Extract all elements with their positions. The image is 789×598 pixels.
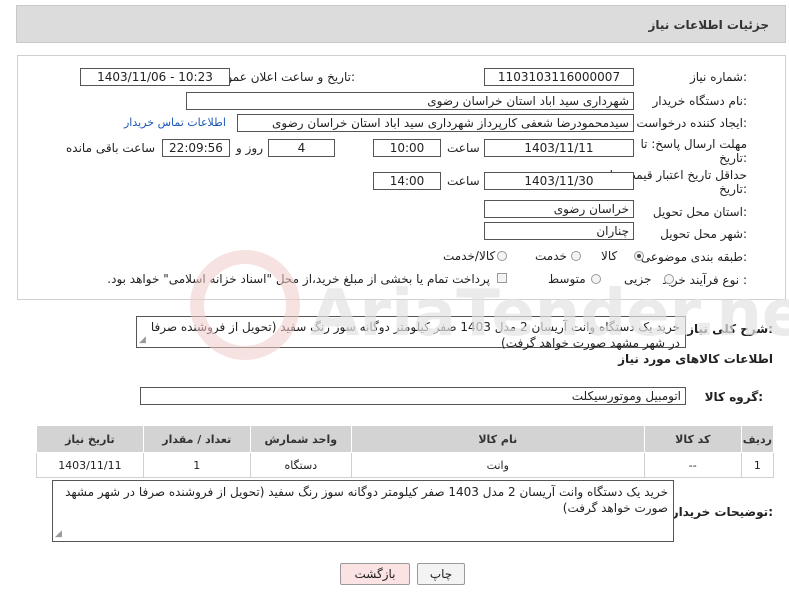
need-number-label: شماره نیاز: bbox=[689, 70, 747, 84]
remaining-time-label: ساعت باقی مانده bbox=[66, 141, 156, 155]
delivery-city-field[interactable]: چناران bbox=[484, 222, 634, 240]
category-option-goods: کالا bbox=[601, 249, 618, 263]
purchase-type-option-medium: متوسط bbox=[548, 272, 586, 286]
summary-text: خرید یک دستگاه وانت آریسان 2 مدل 1403 صف… bbox=[150, 320, 680, 350]
col-quantity: تعداد / مقدار bbox=[142, 425, 251, 453]
buyer-org-label: نام دستگاه خریدار: bbox=[652, 94, 748, 108]
page-header: جزئیات اطلاعات نیاز bbox=[16, 5, 786, 43]
print-button[interactable]: چاپ bbox=[417, 563, 465, 585]
price-validity-label-date: تاریخ: bbox=[719, 182, 747, 196]
page-title: جزئیات اطلاعات نیاز bbox=[648, 18, 769, 32]
reply-deadline-time-label: ساعت bbox=[447, 141, 480, 155]
announce-datetime-field[interactable]: 1403/11/06 - 10:23 bbox=[80, 68, 230, 86]
resize-grip-icon[interactable]: ◢ bbox=[139, 336, 146, 345]
buyer-contact-link[interactable]: اطلاعات تماس خریدار bbox=[124, 116, 226, 129]
category-radio-service[interactable] bbox=[571, 251, 581, 261]
price-validity-date-field[interactable]: 1403/11/30 bbox=[484, 172, 634, 190]
category-label: طبقه بندی موضوعی: bbox=[640, 250, 747, 264]
items-table-header: ردیف کد کالا نام کالا واحد شمارش تعداد /… bbox=[36, 425, 775, 453]
buyer-notes-textarea[interactable]: خرید یک دستگاه وانت آریسان 2 مدل 1403 صف… bbox=[52, 480, 674, 542]
reply-days-label: روز و bbox=[236, 141, 263, 155]
requester-field[interactable]: سیدمحمودرضا شعفی کارپرداز شهرداری سید اب… bbox=[237, 114, 634, 132]
category-radio-goods-service[interactable] bbox=[497, 251, 507, 261]
requester-label: ایجاد کننده درخواست: bbox=[636, 116, 747, 130]
col-item-code: کد کالا bbox=[643, 425, 742, 453]
cell-unit: دستگاه bbox=[249, 452, 352, 478]
cell-item-code: -- bbox=[643, 452, 742, 478]
reply-deadline-time-field[interactable]: 10:00 bbox=[373, 139, 441, 157]
treasury-payment-checkbox[interactable] bbox=[497, 273, 507, 283]
purchase-type-radio-medium[interactable] bbox=[591, 274, 601, 284]
delivery-province-label: استان محل تحویل: bbox=[652, 205, 747, 219]
col-item-name: نام کالا bbox=[350, 425, 645, 453]
delivery-province-field[interactable]: خراسان رضوی bbox=[484, 200, 634, 218]
category-option-service: خدمت bbox=[535, 249, 567, 263]
buyer-org-field[interactable]: شهرداری سید اباد استان خراسان رضوی bbox=[186, 92, 634, 110]
table-row: 1 -- وانت دستگاه 1 1403/11/11 bbox=[36, 452, 775, 478]
col-unit: واحد شمارش bbox=[249, 425, 352, 453]
price-validity-time-field[interactable]: 14:00 bbox=[373, 172, 441, 190]
cell-item-name: وانت bbox=[350, 452, 645, 478]
col-need-date: تاریخ نیاز bbox=[36, 425, 144, 453]
cell-need-date: 1403/11/11 bbox=[36, 452, 144, 478]
summary-textarea[interactable]: خرید یک دستگاه وانت آریسان 2 مدل 1403 صف… bbox=[136, 316, 686, 350]
reply-deadline-label: مهلت ارسال پاسخ: تا bbox=[640, 137, 747, 151]
purchase-type-option-minor: جزیی bbox=[624, 272, 652, 286]
items-table: ردیف کد کالا نام کالا واحد شمارش تعداد /… bbox=[36, 425, 775, 478]
resize-grip-icon[interactable]: ◢ bbox=[55, 530, 62, 539]
purchase-type-radio-minor[interactable] bbox=[664, 274, 674, 284]
category-option-goods-service: کالا/خدمت bbox=[443, 249, 496, 263]
cell-row-number: 1 bbox=[740, 452, 775, 478]
back-button[interactable]: بازگشت bbox=[340, 563, 410, 585]
goods-group-field[interactable]: اتومبیل وموتورسیکلت bbox=[140, 387, 686, 405]
delivery-city-label: شهر محل تحویل: bbox=[660, 227, 747, 241]
goods-group-label: گروه کالا: bbox=[704, 390, 763, 404]
summary-label: شرح کلی نیاز: bbox=[687, 322, 773, 336]
treasury-payment-note: پرداخت تمام یا بخشی از مبلغ خرید،از محل … bbox=[107, 272, 490, 286]
announce-datetime-label: تاریخ و ساعت اعلان عمومی: bbox=[210, 70, 355, 84]
reply-deadline-date-field[interactable]: 1403/11/11 bbox=[484, 139, 634, 157]
cell-quantity: 1 bbox=[142, 452, 251, 478]
category-radio-goods[interactable] bbox=[634, 251, 644, 261]
reply-days-field[interactable]: 4 bbox=[268, 139, 335, 157]
remaining-time-field[interactable]: 22:09:56 bbox=[162, 139, 230, 157]
buyer-notes-text: خرید یک دستگاه وانت آریسان 2 مدل 1403 صف… bbox=[65, 485, 668, 515]
purchase-type-label: نوع فرآیند خرید : bbox=[662, 273, 747, 287]
reply-deadline-label-date: تاریخ: bbox=[719, 151, 747, 165]
col-row-number: ردیف bbox=[740, 425, 775, 453]
goods-section-title: اطلاعات کالاهای مورد نیاز bbox=[618, 352, 773, 366]
buyer-notes-label: توضیحات خریدار: bbox=[671, 505, 773, 519]
need-number-field[interactable]: 1103103116000007 bbox=[484, 68, 634, 86]
price-validity-time-label: ساعت bbox=[447, 174, 480, 188]
